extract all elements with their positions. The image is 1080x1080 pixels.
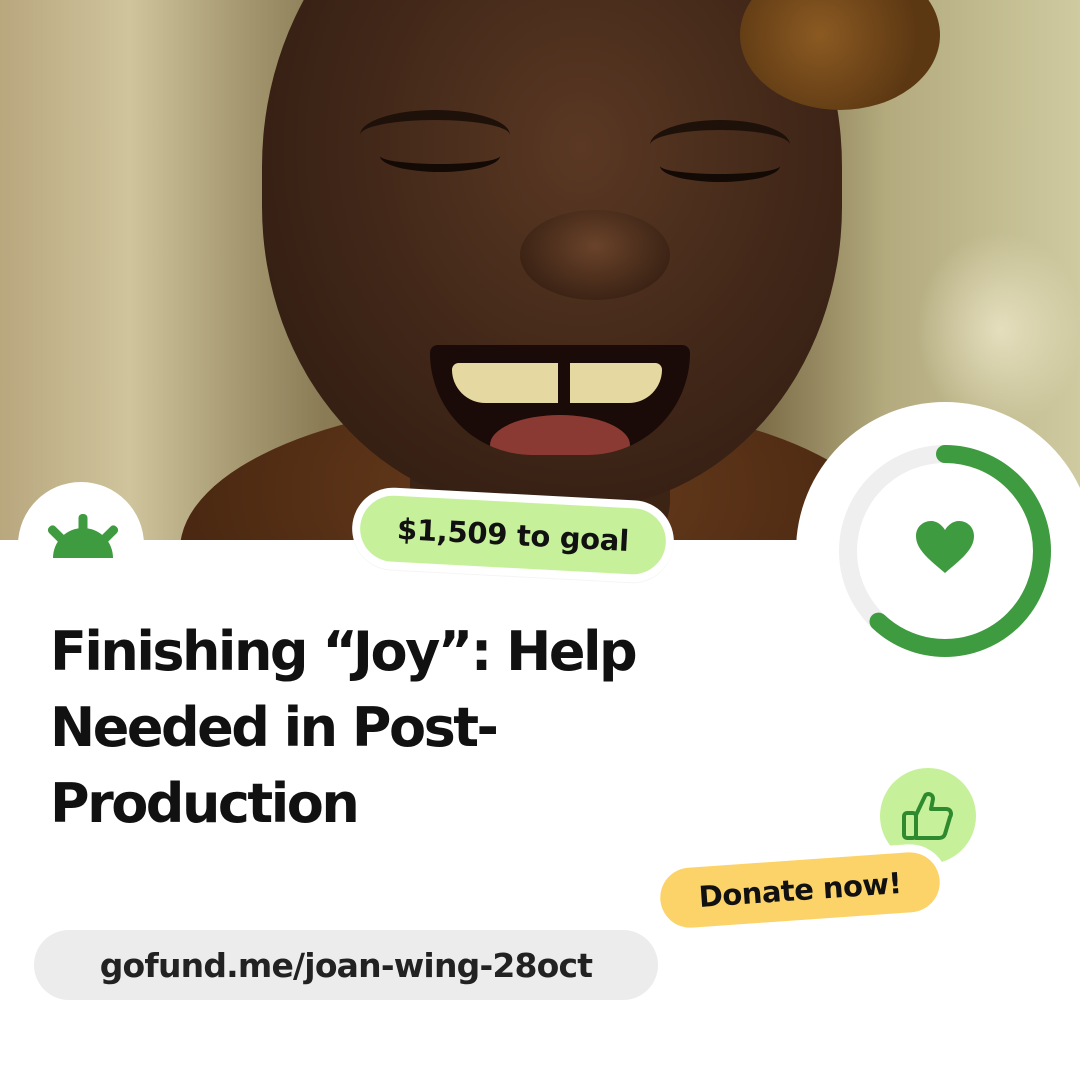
- thumbs-up-icon: [902, 792, 953, 840]
- campaign-title: Finishing “Joy”: Help Needed in Post-Pro…: [50, 620, 638, 835]
- to-goal-sticker: $1,509 to goal: [350, 485, 676, 585]
- donate-now-button[interactable]: Donate now!: [658, 850, 942, 930]
- progress-ring: [839, 445, 1051, 657]
- photo-eye: [660, 150, 780, 182]
- to-goal-label: $1,509 to goal: [358, 494, 668, 576]
- heart-icon: [916, 521, 974, 573]
- photo-tooth-gap: [558, 363, 570, 407]
- photo-teeth: [452, 363, 662, 403]
- photo-nose: [520, 210, 670, 300]
- sunrise-logo-icon: [47, 514, 119, 558]
- photo-eye: [380, 140, 500, 172]
- photo-tongue: [490, 415, 630, 455]
- campaign-url[interactable]: gofund.me/joan-wing-28oct: [34, 930, 658, 1000]
